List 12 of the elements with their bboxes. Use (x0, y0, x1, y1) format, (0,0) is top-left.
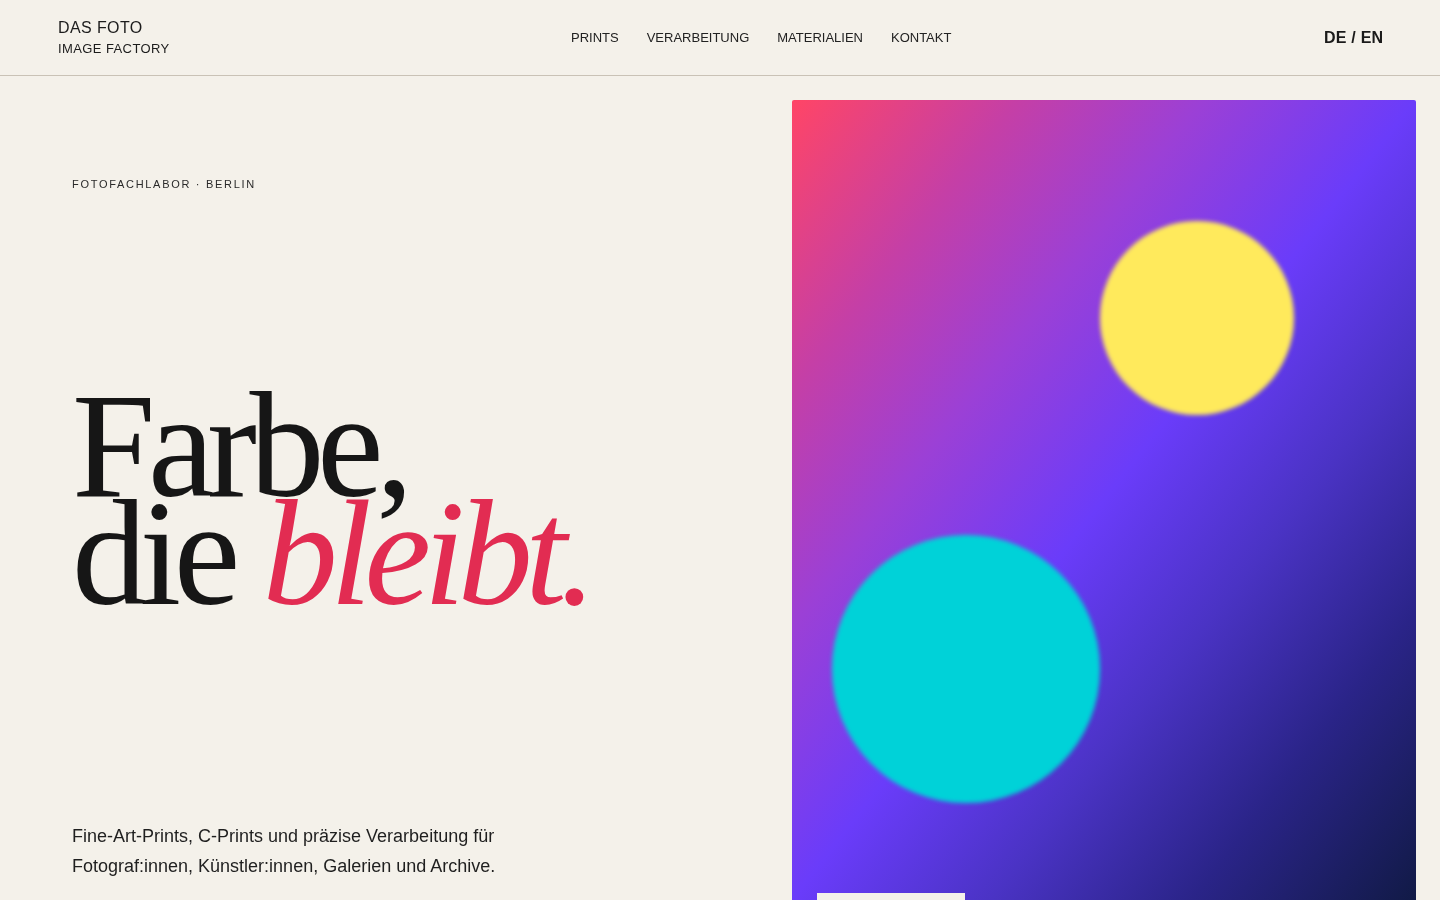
hero-headline: Farbe, die bleibt. (72, 391, 590, 607)
brand-tagline: IMAGE FACTORY (58, 40, 170, 57)
nav-link[interactable]: VERARBEITUNG (646, 29, 750, 46)
nav-link[interactable]: KONTAKT (890, 29, 952, 46)
language-separator: / (1351, 27, 1356, 48)
nav-link[interactable]: PRINTS (571, 29, 619, 46)
language-link[interactable]: EN (1360, 27, 1383, 48)
language-link[interactable]: DE (1324, 27, 1347, 48)
nav-link[interactable]: MATERIALIEN (777, 29, 863, 46)
intro-paragraph: Fine-Art-Prints, C-Prints und präzise Verarbeitung für Fotograf:innen, Künstler:innen, Galerien und Archive. (72, 825, 497, 878)
brand-name: DAS FOTO (58, 18, 143, 38)
eyebrow-label: FOTOFACHLABOR · BERLIN (72, 177, 256, 191)
